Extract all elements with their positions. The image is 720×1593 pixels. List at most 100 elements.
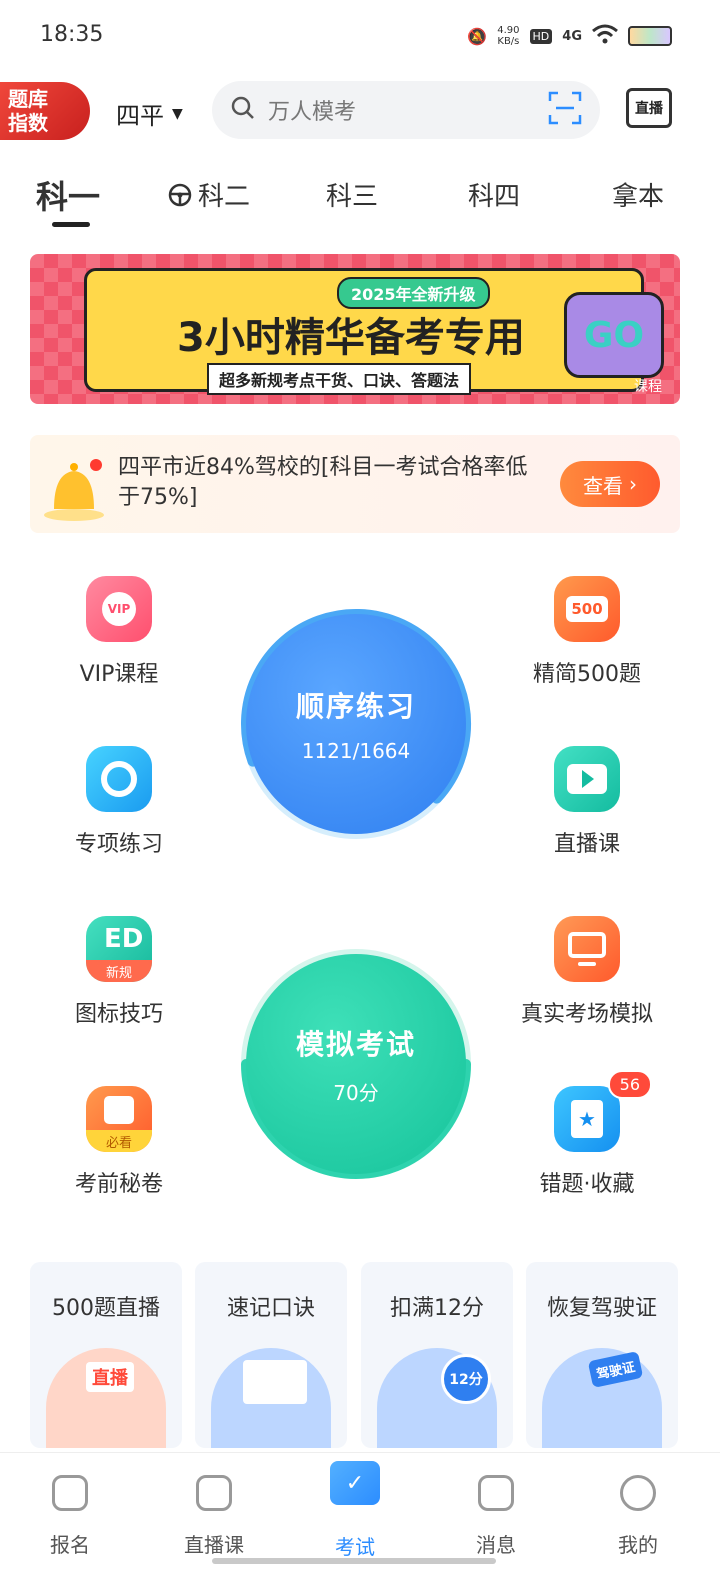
nav-live[interactable]: 直播课 bbox=[164, 1475, 264, 1558]
new-rule-tag: 新规 bbox=[86, 960, 152, 982]
city-label: 四平 bbox=[116, 102, 164, 130]
notice-text: 四平市近84%驾校的[科目一考试合格率低于75%] bbox=[118, 455, 528, 510]
practice-title: 顺序练习 bbox=[295, 690, 416, 723]
nav-exam[interactable]: ✓ 考试 bbox=[305, 1453, 405, 1560]
nav-me-label: 我的 bbox=[618, 1533, 658, 1557]
special-practice[interactable]: 专项练习 bbox=[44, 746, 194, 858]
vip-course[interactable]: VIP VIP课程 bbox=[44, 576, 194, 688]
tv-icon bbox=[196, 1475, 232, 1511]
net-speed: 4.90 KB/s bbox=[497, 25, 519, 47]
target-icon bbox=[86, 746, 152, 812]
pass-rate-notice[interactable]: 四平市近84%驾校的[科目一考试合格率低于75%] 查看 › bbox=[30, 435, 680, 533]
live-course-label: 直播课 bbox=[553, 832, 620, 857]
net-speed-unit: KB/s bbox=[497, 36, 520, 47]
bottom-nav: 报名 直播课 ✓ 考试 消息 我的 bbox=[0, 1452, 720, 1593]
promo-banner[interactable]: 2025年全新升级 3小时精华备考专用 超多新规考点干货、口诀、答题法 GO 课… bbox=[30, 254, 680, 404]
special-practice-label: 专项练习 bbox=[74, 832, 163, 857]
tab-ke2-label: 科二 bbox=[198, 182, 251, 212]
card-12-points[interactable]: 扣满12分 12分 bbox=[361, 1262, 513, 1448]
jingjian-500[interactable]: 500 精简500题 bbox=[512, 576, 662, 688]
nav-signup[interactable]: 报名 bbox=[20, 1475, 120, 1558]
message-icon bbox=[478, 1475, 514, 1511]
tab-ke4[interactable]: 科四 bbox=[468, 176, 520, 213]
card-illustration: 直播 bbox=[46, 1348, 166, 1448]
view-button-label: 查看 bbox=[583, 473, 623, 498]
sign-tips-label: 图标技巧 bbox=[74, 1002, 163, 1027]
mistakes-label: 错题·收藏 bbox=[539, 1172, 635, 1197]
mistake-count-badge: 56 bbox=[607, 1070, 652, 1099]
bell-icon bbox=[44, 459, 104, 521]
mistakes-favorites[interactable]: ★ 56 错题·收藏 bbox=[512, 1070, 662, 1198]
nav-signup-label: 报名 bbox=[50, 1533, 90, 1557]
steering-wheel-icon bbox=[168, 183, 192, 206]
signup-icon bbox=[52, 1475, 88, 1511]
tab-ke2[interactable]: 科二 bbox=[168, 176, 250, 213]
index-badge-line2: 指数 bbox=[8, 111, 48, 135]
search-icon bbox=[230, 95, 256, 125]
exam-score: 70分 bbox=[333, 1080, 379, 1105]
search-placeholder: 万人模考 bbox=[268, 100, 357, 125]
exam-folder-icon: ✓ bbox=[330, 1461, 380, 1505]
signal-icon: 4G bbox=[562, 28, 582, 44]
card-illustration: 12分 bbox=[377, 1348, 497, 1448]
view-button[interactable]: 查看 › bbox=[560, 461, 660, 507]
vip-icon: VIP bbox=[86, 576, 152, 642]
card-500-live[interactable]: 500题直播 直播 bbox=[30, 1262, 182, 1448]
banner-subtitle: 超多新规考点干货、口诀、答题法 bbox=[207, 363, 472, 395]
card-restore-license[interactable]: 恢复驾驶证 驾驶证 bbox=[526, 1262, 678, 1448]
tab-underline bbox=[52, 222, 90, 227]
city-selector[interactable]: 四平 ▼ bbox=[116, 96, 183, 131]
nav-messages[interactable]: 消息 bbox=[446, 1475, 546, 1558]
status-time: 18:35 bbox=[40, 22, 104, 47]
checklist-icon: 必看 bbox=[86, 1086, 152, 1152]
live-tv-button[interactable]: 直播 bbox=[626, 88, 672, 128]
500-icon: 500 bbox=[554, 576, 620, 642]
banner-go-button: GO bbox=[564, 292, 664, 378]
card-title: 扣满12分 bbox=[390, 1296, 484, 1321]
smile-icon bbox=[620, 1475, 656, 1511]
hd-icon: HD bbox=[529, 28, 553, 44]
card-title: 500题直播 bbox=[52, 1296, 160, 1321]
tab-ke1[interactable]: 科一 bbox=[36, 172, 100, 218]
card-art-text: 驾驶证 bbox=[587, 1350, 644, 1389]
video-icon bbox=[554, 746, 620, 812]
nav-messages-label: 消息 bbox=[476, 1533, 516, 1557]
banner-card: 2025年全新升级 3小时精华备考专用 超多新规考点干货、口诀、答题法 bbox=[84, 268, 644, 395]
sequential-practice-button[interactable]: 顺序练习 1121/1664 bbox=[246, 614, 466, 834]
wifi-icon bbox=[592, 24, 618, 48]
vip-course-label: VIP课程 bbox=[79, 662, 159, 687]
jingjian-label: 精简500题 bbox=[533, 662, 641, 687]
nav-exam-label: 考试 bbox=[335, 1535, 375, 1559]
live-course[interactable]: 直播课 bbox=[512, 746, 662, 858]
card-illustration bbox=[211, 1348, 331, 1448]
must-see-tag: 必看 bbox=[86, 1130, 152, 1152]
star-bookmark-icon: ★ 56 bbox=[554, 1070, 652, 1152]
question-bank-index-button[interactable]: 题库 指数 bbox=[0, 82, 90, 140]
caret-down-icon: ▼ bbox=[172, 105, 183, 122]
search-bar[interactable]: 万人模考 bbox=[212, 81, 600, 139]
secret-paper-label: 考前秘卷 bbox=[74, 1172, 163, 1197]
tab-naben[interactable]: 拿本 bbox=[612, 176, 664, 213]
tab-ke3[interactable]: 科三 bbox=[326, 176, 378, 213]
card-title: 速记口诀 bbox=[226, 1296, 315, 1321]
card-mnemonic[interactable]: 速记口诀 bbox=[195, 1262, 347, 1448]
home-indicator[interactable] bbox=[212, 1558, 496, 1564]
scan-icon[interactable] bbox=[548, 91, 582, 129]
monitor-icon bbox=[554, 916, 620, 982]
secret-paper[interactable]: 必看 考前秘卷 bbox=[44, 1086, 194, 1198]
nav-me[interactable]: 我的 bbox=[588, 1475, 688, 1558]
card-illustration: 驾驶证 bbox=[542, 1348, 662, 1448]
sign-tips[interactable]: 新规 ED 图标技巧 bbox=[44, 916, 194, 1028]
banner-title: 3小时精华备考专用 bbox=[177, 315, 525, 361]
card-art-text: 直播 bbox=[86, 1362, 134, 1392]
card-art-text: 12分 bbox=[441, 1354, 491, 1404]
banner-tag: 课程 bbox=[634, 379, 662, 395]
battery-icon bbox=[628, 26, 672, 46]
real-exam-sim[interactable]: 真实考场模拟 bbox=[512, 916, 662, 1028]
mock-exam-button[interactable]: 模拟考试 70分 bbox=[246, 954, 466, 1174]
sign-icon: 新规 ED bbox=[86, 916, 152, 982]
exam-title: 模拟考试 bbox=[295, 1027, 416, 1061]
practice-progress-text: 1121/1664 bbox=[301, 739, 411, 763]
500-icon-text: 500 bbox=[566, 596, 608, 622]
card-title: 恢复驾驶证 bbox=[546, 1296, 657, 1321]
